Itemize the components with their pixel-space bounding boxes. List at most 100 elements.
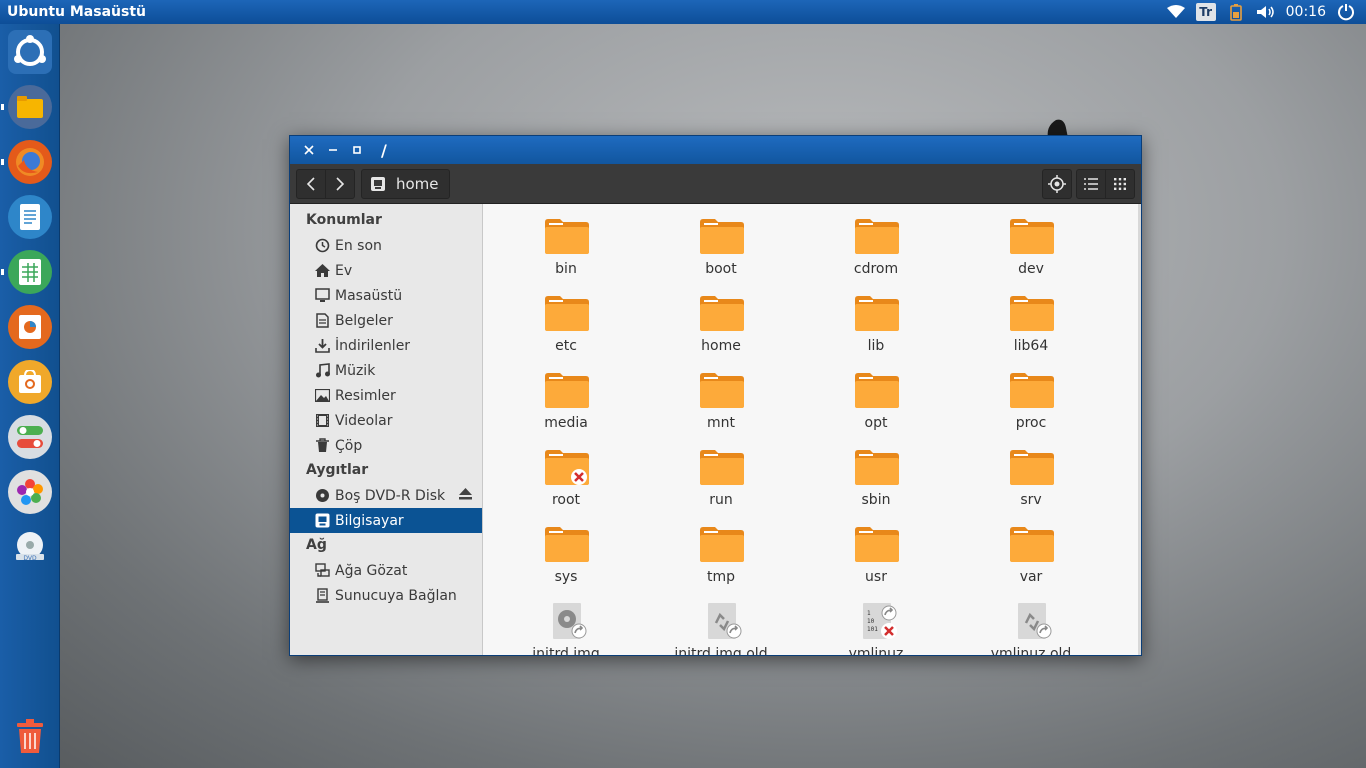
power-icon[interactable]: [1336, 3, 1356, 21]
grid-view-button[interactable]: [1105, 168, 1135, 199]
settings-toggle-icon[interactable]: [8, 415, 52, 459]
folder-icon: [700, 372, 744, 408]
location-breadcrumb[interactable]: home: [361, 168, 450, 199]
maximize-button[interactable]: [345, 136, 369, 164]
window-title: /: [381, 140, 387, 160]
clock[interactable]: 00:16: [1286, 4, 1326, 20]
eject-icon[interactable]: [459, 488, 472, 504]
calc-icon[interactable]: [1, 250, 52, 294]
file-item-usr[interactable]: usr: [811, 512, 941, 585]
file-item-home[interactable]: home: [656, 281, 786, 354]
file-item-dev[interactable]: dev: [966, 204, 1096, 277]
volume-icon[interactable]: [1256, 3, 1276, 21]
file-item-opt[interactable]: opt: [811, 358, 941, 431]
file-item-proc[interactable]: proc: [966, 358, 1096, 431]
software-center-icon[interactable]: [8, 360, 52, 404]
file-item-root[interactable]: root: [501, 435, 631, 508]
file-grid: bin boot cdrom dev etc home lib lib64 media mnt op…: [483, 204, 1141, 655]
sidebar-item-documents[interactable]: Belgeler: [290, 308, 482, 333]
impress-icon[interactable]: [8, 305, 52, 349]
folder-icon: [1010, 372, 1054, 408]
sidebar-item-desktop[interactable]: Masaüstü: [290, 283, 482, 308]
firefox-icon[interactable]: [1, 140, 52, 184]
sidebar-item-computer[interactable]: Bilgisayar: [290, 508, 482, 533]
file-item-initrd-img[interactable]: initrd.img: [501, 589, 631, 655]
file-item-initrd-img-old[interactable]: initrd.img.old: [656, 589, 786, 655]
keyboard-layout-indicator[interactable]: Tr: [1195, 3, 1216, 21]
file-item-sbin[interactable]: sbin: [811, 435, 941, 508]
file-item-srv[interactable]: srv: [966, 435, 1096, 508]
svg-text:1: 1: [867, 610, 871, 617]
file-item-etc[interactable]: etc: [501, 281, 631, 354]
sidebar-item-trash[interactable]: Çöp: [290, 433, 482, 458]
folder-icon: [1010, 449, 1054, 485]
file-name: etc: [555, 338, 577, 354]
sidebar-item-home[interactable]: Ev: [290, 258, 482, 283]
file-item-bin[interactable]: bin: [501, 204, 631, 277]
back-button[interactable]: [296, 168, 326, 199]
folder-icon: [855, 526, 899, 562]
minimize-icon: [329, 149, 337, 151]
sidebar-item-label: Ağa Gözat: [335, 562, 408, 579]
grid-icon: [1114, 177, 1126, 190]
file-icon: 1 10 101: [855, 603, 899, 639]
sidebar-item-pictures[interactable]: Resimler: [290, 383, 482, 408]
sidebar-item-dvd[interactable]: Boş DVD-R Disk: [290, 483, 482, 508]
folder-icon: [1010, 295, 1054, 331]
file-item-sys[interactable]: sys: [501, 512, 631, 585]
file-item-cdrom[interactable]: cdrom: [811, 204, 941, 277]
file-name: dev: [1018, 261, 1044, 277]
ubuntu-dash-icon[interactable]: [8, 30, 52, 74]
writer-icon[interactable]: [8, 195, 52, 239]
file-name: boot: [705, 261, 737, 277]
file-name: cdrom: [853, 261, 899, 277]
sidebar-item-label: Sunucuya Bağlan: [335, 587, 457, 604]
svg-text:10: 10: [867, 618, 875, 625]
desktop-icon: [314, 288, 330, 304]
scrollbar[interactable]: [1138, 204, 1141, 655]
file-item-var[interactable]: var: [966, 512, 1096, 585]
file-name: usr: [865, 569, 887, 585]
file-item-run[interactable]: run: [656, 435, 786, 508]
battery-icon[interactable]: [1226, 3, 1246, 21]
dvd-drive-icon[interactable]: DVD: [8, 525, 52, 569]
sidebar-item-browse-network[interactable]: Ağa Gözat: [290, 558, 482, 583]
window-titlebar[interactable]: /: [290, 136, 1141, 164]
file-item-tmp[interactable]: tmp: [656, 512, 786, 585]
download-icon: [314, 338, 330, 354]
location-button[interactable]: [1042, 168, 1072, 199]
close-button[interactable]: [297, 136, 321, 164]
file-name: srv: [1020, 492, 1042, 508]
folder-icon: [855, 295, 899, 331]
view-toggle-group: [1076, 168, 1135, 199]
top-panel-title: Ubuntu Masaüstü: [7, 4, 146, 20]
file-item-boot[interactable]: boot: [656, 204, 786, 277]
toolbar: home: [290, 164, 1141, 204]
file-item-media[interactable]: media: [501, 358, 631, 431]
list-view-button[interactable]: [1076, 168, 1106, 199]
file-name: proc: [1015, 415, 1047, 431]
sidebar-item-downloads[interactable]: İndirilenler: [290, 333, 482, 358]
minimize-button[interactable]: [321, 136, 345, 164]
wifi-icon[interactable]: [1166, 3, 1186, 21]
picture-icon: [314, 388, 330, 404]
sidebar-item-label: Videolar: [335, 412, 393, 429]
trash-launcher-icon[interactable]: [8, 714, 52, 758]
sidebar-heading-devices: Aygıtlar: [306, 462, 369, 478]
file-item-vmlinuz-old[interactable]: vmlinuz.old: [966, 589, 1096, 655]
sidebar-item-connect-server[interactable]: Sunucuya Bağlan: [290, 583, 482, 608]
sidebar-item-music[interactable]: Müzik: [290, 358, 482, 383]
file-item-lib[interactable]: lib: [811, 281, 941, 354]
sidebar-item-videos[interactable]: Videolar: [290, 408, 482, 433]
sidebar-item-recent[interactable]: En son: [290, 233, 482, 258]
trash-icon: [314, 438, 330, 454]
files-app-icon[interactable]: [1, 85, 52, 129]
file-item-mnt[interactable]: mnt: [656, 358, 786, 431]
folder-icon: [545, 526, 589, 562]
file-item-lib64[interactable]: lib64: [966, 281, 1096, 354]
folder-icon: [545, 218, 589, 254]
forward-button[interactable]: [325, 168, 355, 199]
folder-icon: [700, 218, 744, 254]
file-item-vmlinuz[interactable]: 1 10 101 vmlinuz: [811, 589, 941, 655]
photos-icon[interactable]: [8, 470, 52, 514]
